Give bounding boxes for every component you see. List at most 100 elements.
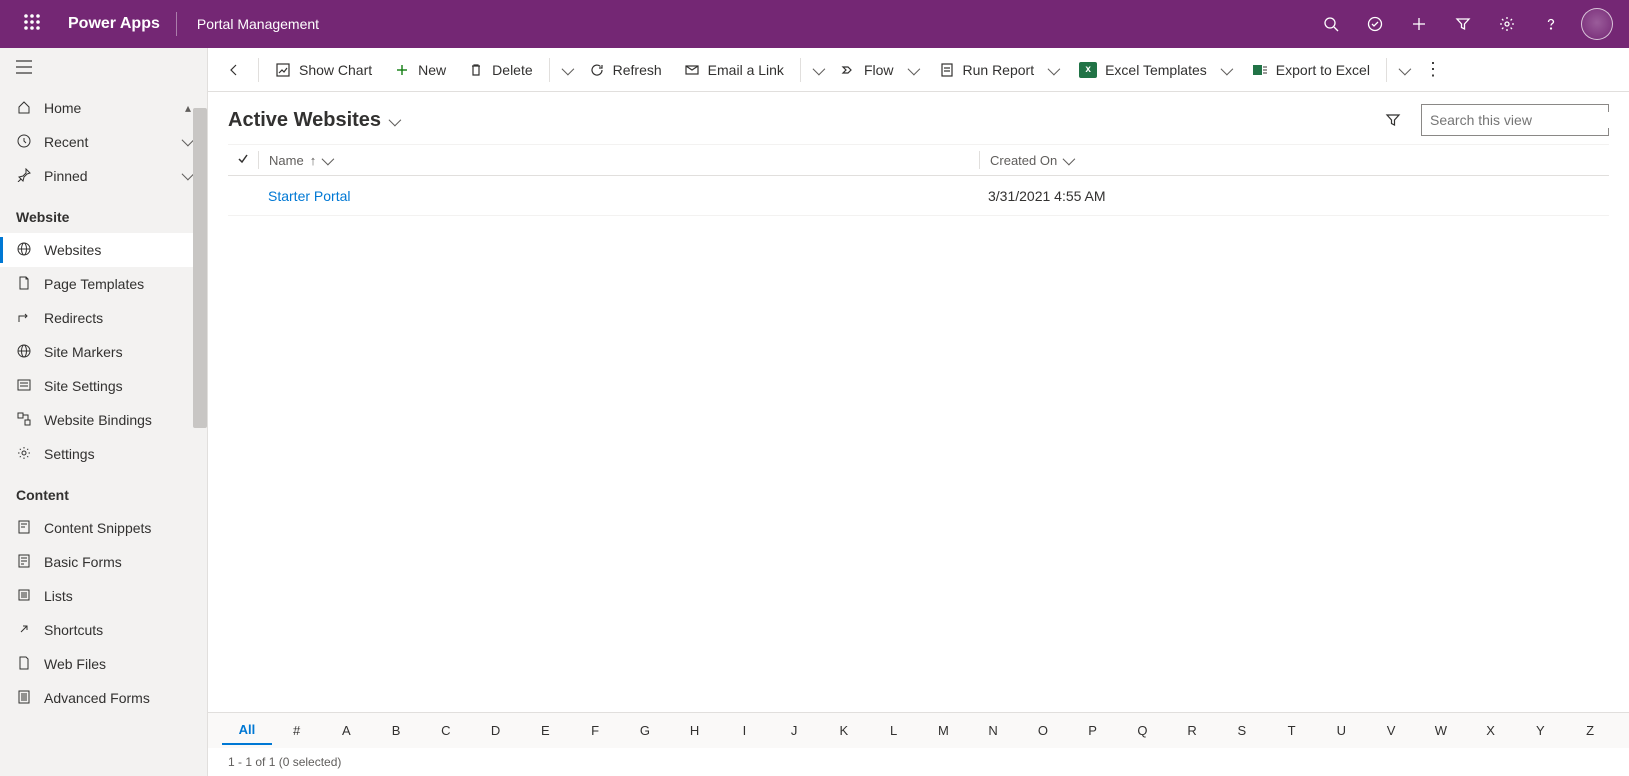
show-chart-button[interactable]: Show Chart <box>265 54 382 86</box>
chevron-down-icon <box>182 135 191 149</box>
sidebar-item-label: Shortcuts <box>44 622 103 638</box>
gear-icon <box>16 446 32 463</box>
alpha-filter-r[interactable]: R <box>1167 717 1217 744</box>
sidebar-item-content-snippets[interactable]: Content Snippets <box>0 511 207 545</box>
alpha-filter-o[interactable]: O <box>1018 717 1068 744</box>
alpha-filter-g[interactable]: G <box>620 717 670 744</box>
search-field[interactable] <box>1430 112 1611 128</box>
snippet-icon <box>16 520 32 537</box>
sidebar-item-site-settings[interactable]: Site Settings <box>0 369 207 403</box>
email-split-button[interactable] <box>807 54 828 86</box>
row-created-value: 3/31/2021 4:55 AM <box>978 188 1378 204</box>
alpha-filter-v[interactable]: V <box>1366 717 1416 744</box>
alpha-filter-u[interactable]: U <box>1317 717 1367 744</box>
alpha-filter-e[interactable]: E <box>521 717 571 744</box>
delete-split-button[interactable] <box>556 54 577 86</box>
alpha-filter-#[interactable]: # <box>272 717 322 744</box>
task-icon[interactable] <box>1353 0 1397 48</box>
chevron-up-icon: ▴ <box>185 101 191 115</box>
more-commands-button[interactable]: ⋮ <box>1416 54 1452 86</box>
excel-templates-button[interactable]: xExcel Templates <box>1069 54 1240 86</box>
alpha-filter-w[interactable]: W <box>1416 717 1466 744</box>
sidebar-item-label: Recent <box>44 134 88 150</box>
sidebar-item-recent[interactable]: Recent <box>0 125 207 159</box>
sidebar-item-web-files[interactable]: Web Files <box>0 647 207 681</box>
alpha-filter-l[interactable]: L <box>869 717 919 744</box>
alpha-filter-f[interactable]: F <box>570 717 620 744</box>
alpha-filter-x[interactable]: X <box>1466 717 1516 744</box>
alpha-filter-n[interactable]: N <box>968 717 1018 744</box>
cmd-label: Flow <box>864 62 894 78</box>
export-excel-button[interactable]: XExport to Excel <box>1242 54 1380 86</box>
column-header-name[interactable]: Name ↑ <box>259 153 979 168</box>
command-bar: Show Chart New Delete Refresh Email a Li… <box>208 48 1629 92</box>
grid-header: Name ↑ Created On <box>228 144 1609 176</box>
filter-icon[interactable] <box>1441 0 1485 48</box>
delete-button[interactable]: Delete <box>458 54 542 86</box>
sidebar-item-redirects[interactable]: Redirects <box>0 301 207 335</box>
sidebar-item-shortcuts[interactable]: Shortcuts <box>0 613 207 647</box>
search-input[interactable] <box>1421 104 1609 136</box>
alpha-filter-m[interactable]: M <box>919 717 969 744</box>
flow-button[interactable]: Flow <box>830 54 927 86</box>
view-selector[interactable]: Active Websites <box>228 109 398 132</box>
alpha-filter-c[interactable]: C <box>421 717 471 744</box>
sidebar-item-websites[interactable]: Websites <box>0 233 207 267</box>
sidebar-item-home[interactable]: Home ▴ <box>0 91 207 125</box>
alpha-filter-d[interactable]: D <box>471 717 521 744</box>
alpha-filter-t[interactable]: T <box>1267 717 1317 744</box>
help-icon[interactable] <box>1529 0 1573 48</box>
alpha-filter-j[interactable]: J <box>769 717 819 744</box>
alpha-filter-h[interactable]: H <box>670 717 720 744</box>
search-icon[interactable] <box>1309 0 1353 48</box>
alpha-filter-s[interactable]: S <box>1217 717 1267 744</box>
cmd-label: Show Chart <box>299 62 372 78</box>
alpha-filter-b[interactable]: B <box>371 717 421 744</box>
select-all-checkbox[interactable] <box>228 153 258 168</box>
app-launcher-icon[interactable] <box>8 14 56 35</box>
app-name-label[interactable]: Portal Management <box>181 16 335 32</box>
alpha-filter-a[interactable]: A <box>322 717 372 744</box>
email-link-button[interactable]: Email a Link <box>674 54 794 86</box>
scrollbar-thumb[interactable] <box>193 108 207 428</box>
alpha-filter-i[interactable]: I <box>720 717 770 744</box>
sidebar-item-website-bindings[interactable]: Website Bindings <box>0 403 207 437</box>
shortcut-icon <box>16 622 32 639</box>
row-name-link[interactable]: Starter Portal <box>268 188 350 204</box>
run-report-button[interactable]: Run Report <box>929 54 1068 86</box>
back-button[interactable] <box>216 54 252 86</box>
new-button[interactable]: New <box>384 54 456 86</box>
column-header-created[interactable]: Created On <box>980 153 1380 168</box>
sidebar-item-page-templates[interactable]: Page Templates <box>0 267 207 301</box>
sidebar-item-advanced-forms[interactable]: Advanced Forms <box>0 681 207 715</box>
sidebar-item-lists[interactable]: Lists <box>0 579 207 613</box>
alpha-filter-z[interactable]: Z <box>1565 717 1615 744</box>
sidebar-item-site-markers[interactable]: Site Markers <box>0 335 207 369</box>
export-split-button[interactable] <box>1393 54 1414 86</box>
gear-icon[interactable] <box>1485 0 1529 48</box>
filter-button[interactable] <box>1377 104 1409 136</box>
sidebar-item-label: Basic Forms <box>44 554 122 570</box>
status-bar: 1 - 1 of 1 (0 selected) <box>208 748 1629 776</box>
cmd-label: Run Report <box>963 62 1035 78</box>
column-label: Name <box>269 153 304 168</box>
sidebar-item-label: Redirects <box>44 310 103 326</box>
sidebar-item-label: Home <box>44 100 81 116</box>
alpha-filter-p[interactable]: P <box>1068 717 1118 744</box>
chevron-down-icon <box>182 169 191 183</box>
add-icon[interactable] <box>1397 0 1441 48</box>
alpha-filter-y[interactable]: Y <box>1516 717 1566 744</box>
alpha-filter-q[interactable]: Q <box>1118 717 1168 744</box>
alpha-filter-all[interactable]: All <box>222 716 272 745</box>
brand-label[interactable]: Power Apps <box>56 15 172 33</box>
sidebar-item-settings[interactable]: Settings <box>0 437 207 471</box>
sidebar-item-pinned[interactable]: Pinned <box>0 159 207 193</box>
sidebar-item-basic-forms[interactable]: Basic Forms <box>0 545 207 579</box>
cmd-label: Export to Excel <box>1276 62 1370 78</box>
avatar[interactable] <box>1581 8 1613 40</box>
column-label: Created On <box>990 153 1057 168</box>
alpha-filter-k[interactable]: K <box>819 717 869 744</box>
table-row[interactable]: Starter Portal 3/31/2021 4:55 AM <box>228 176 1609 216</box>
hamburger-icon[interactable] <box>0 48 207 91</box>
refresh-button[interactable]: Refresh <box>579 54 672 86</box>
